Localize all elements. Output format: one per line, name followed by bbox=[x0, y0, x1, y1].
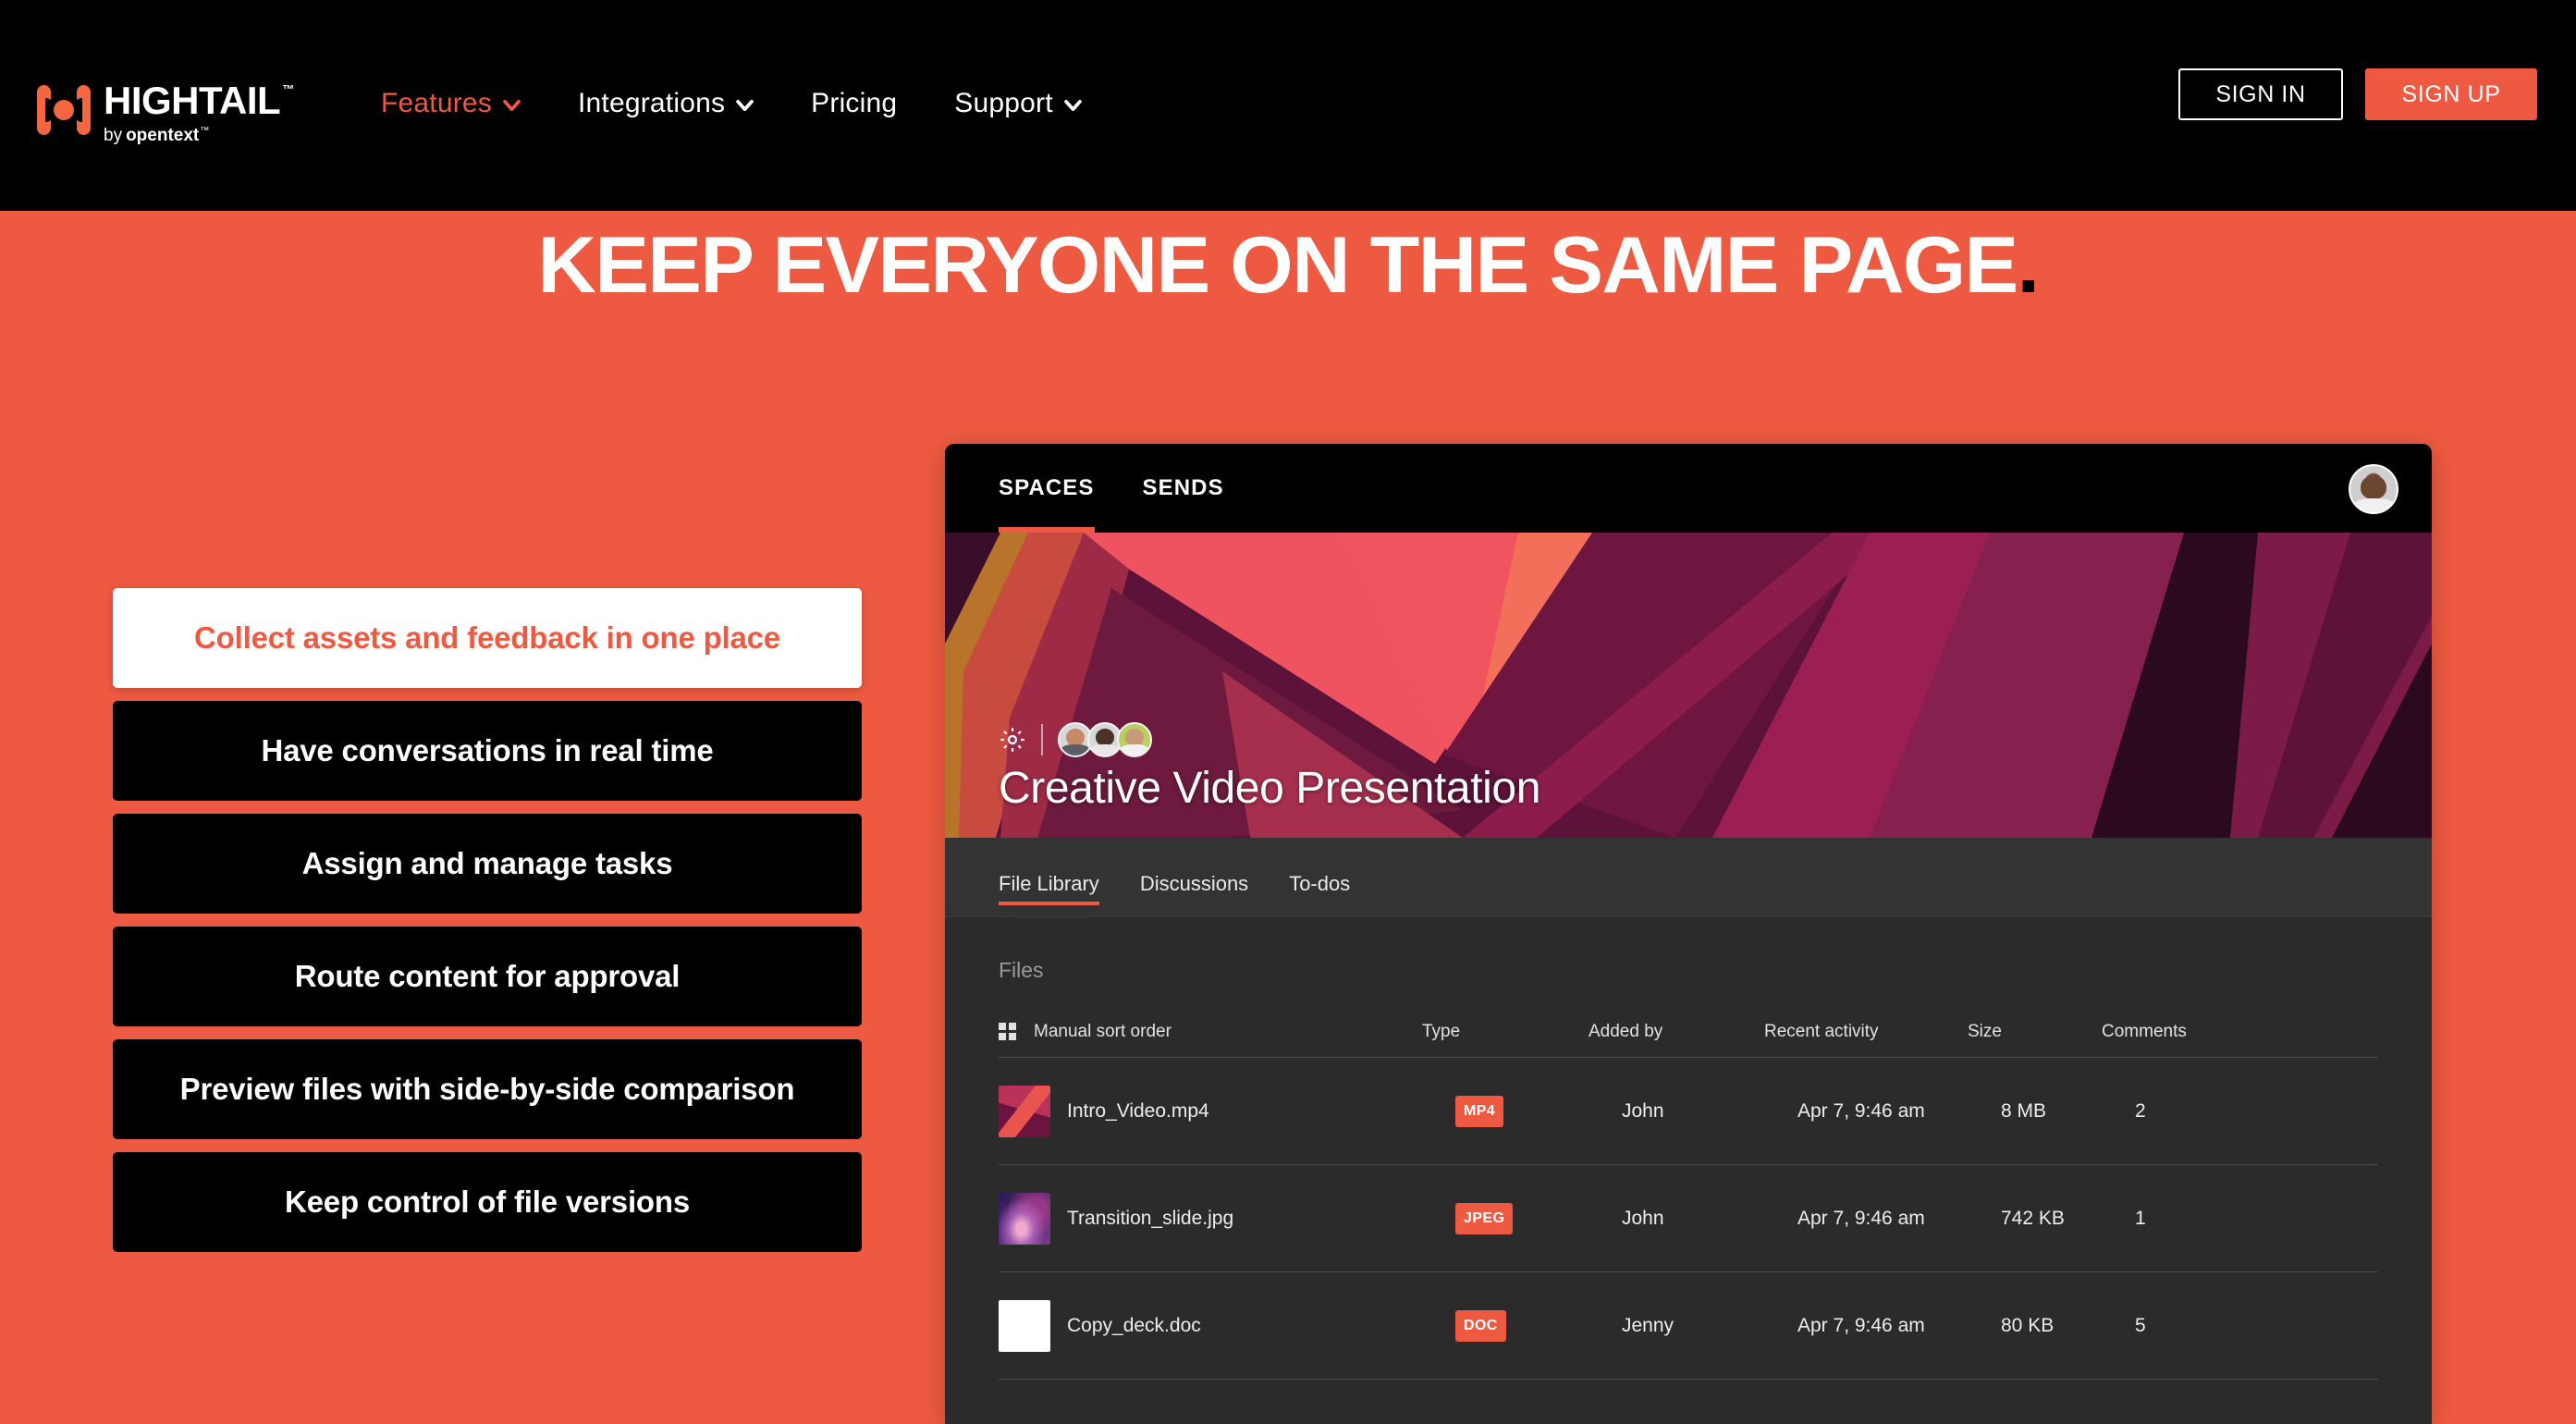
app-mockup-panel: SPACES SENDS Creative Video Presentation… bbox=[945, 444, 2432, 1424]
file-comment-count: 5 bbox=[2135, 1314, 2146, 1336]
table-row[interactable]: Copy_deck.doc DOC Jenny Apr 7, 9:46 am 8… bbox=[999, 1272, 2378, 1380]
tab-spaces[interactable]: SPACES bbox=[999, 475, 1095, 533]
primary-nav-links: Features Integrations Pricing Support bbox=[381, 88, 1139, 119]
member-avatar-3[interactable] bbox=[1117, 722, 1152, 757]
hightail-logo[interactable]: HIGHTAIL ™ by opentext ™ bbox=[35, 81, 294, 144]
file-thumbnail bbox=[999, 1299, 1050, 1352]
file-comment-count: 1 bbox=[2135, 1207, 2146, 1229]
file-added-by: John bbox=[1622, 1207, 1664, 1229]
file-type-badge: JPEG bbox=[1455, 1202, 1514, 1234]
file-type-badge: DOC bbox=[1455, 1309, 1506, 1342]
nav-item-pricing[interactable]: Pricing bbox=[811, 88, 897, 119]
accordion-item-route-approval[interactable]: Route content for approval bbox=[113, 927, 862, 1026]
file-comment-count: 2 bbox=[2135, 1099, 2146, 1122]
space-banner-artwork: Creative Video Presentation bbox=[945, 533, 2432, 838]
column-header-size[interactable]: Size bbox=[1968, 1022, 2102, 1042]
file-size: 8 MB bbox=[2001, 1099, 2047, 1122]
file-recent-activity: Apr 7, 9:46 am bbox=[1797, 1314, 1925, 1336]
chevron-down-icon bbox=[1063, 99, 1082, 111]
file-added-by: John bbox=[1622, 1099, 1664, 1122]
chevron-down-icon bbox=[503, 99, 521, 111]
file-recent-activity: Apr 7, 9:46 am bbox=[1797, 1099, 1925, 1122]
nav-label-pricing: Pricing bbox=[811, 88, 898, 118]
column-header-added-by[interactable]: Added by bbox=[1589, 1022, 1764, 1042]
accordion-item-assign-tasks[interactable]: Assign and manage tasks bbox=[113, 814, 862, 914]
file-recent-activity: Apr 7, 9:46 am bbox=[1797, 1207, 1925, 1229]
meta-divider bbox=[1041, 724, 1043, 755]
logo-trademark: ™ bbox=[282, 82, 294, 96]
hero-headline-period: . bbox=[2017, 221, 2040, 310]
tab-file-library[interactable]: File Library bbox=[999, 872, 1099, 916]
file-size: 80 KB bbox=[2001, 1314, 2055, 1336]
app-top-bar: SPACES SENDS bbox=[945, 444, 2432, 533]
files-table: Manual sort order Type Added by Recent a… bbox=[999, 1022, 2378, 1380]
tab-sends[interactable]: SENDS bbox=[1143, 475, 1224, 533]
column-header-recent-activity[interactable]: Recent activity bbox=[1764, 1022, 1968, 1042]
nav-label-support: Support bbox=[954, 88, 1053, 118]
file-type-badge: MP4 bbox=[1455, 1095, 1504, 1127]
top-navigation-bar: HIGHTAIL ™ by opentext ™ Features Integr… bbox=[0, 0, 2576, 211]
hero-headline: KEEP EVERYONE ON THE SAME PAGE. bbox=[0, 220, 2576, 312]
logo-brand-name: HIGHTAIL bbox=[104, 79, 281, 122]
hightail-logo-icon bbox=[35, 81, 92, 139]
files-table-header: Manual sort order Type Added by Recent a… bbox=[999, 1022, 2378, 1058]
nav-action-buttons: SIGN IN SIGN UP bbox=[2178, 68, 2537, 120]
member-avatar-group bbox=[1058, 722, 1152, 757]
tab-todos[interactable]: To-dos bbox=[1289, 872, 1350, 916]
space-title: Creative Video Presentation bbox=[999, 764, 1541, 813]
sign-in-button[interactable]: SIGN IN bbox=[2178, 68, 2343, 120]
space-sub-tabs: File Library Discussions To-dos bbox=[945, 838, 2432, 917]
files-section-label: Files bbox=[999, 958, 1044, 982]
accordion-item-conversations[interactable]: Have conversations in real time bbox=[113, 701, 862, 801]
tab-discussions[interactable]: Discussions bbox=[1140, 872, 1248, 916]
accordion-item-file-versions[interactable]: Keep control of file versions bbox=[113, 1152, 862, 1252]
banner-overlay-content: Creative Video Presentation bbox=[999, 722, 1540, 814]
logo-parent-name: opentext bbox=[126, 126, 200, 145]
file-thumbnail bbox=[999, 1085, 1050, 1137]
nav-item-support[interactable]: Support bbox=[954, 88, 1082, 119]
column-header-comments[interactable]: Comments bbox=[2102, 1022, 2250, 1042]
table-row[interactable]: Intro_Video.mp4 MP4 John Apr 7, 9:46 am … bbox=[999, 1058, 2378, 1165]
feature-accordion: Collect assets and feedback in one place… bbox=[113, 588, 862, 1252]
file-type-cell: DOC bbox=[1455, 1309, 1622, 1342]
file-thumbnail bbox=[999, 1192, 1050, 1245]
gear-icon[interactable] bbox=[999, 726, 1026, 754]
file-type-cell: JPEG bbox=[1455, 1202, 1622, 1234]
accordion-item-preview-files[interactable]: Preview files with side-by-side comparis… bbox=[113, 1039, 862, 1139]
nav-label-features: Features bbox=[381, 88, 492, 118]
files-panel: Files Manual sort order Type Added by Re… bbox=[945, 917, 2432, 1380]
file-type-cell: MP4 bbox=[1455, 1095, 1622, 1127]
accordion-item-collect-assets[interactable]: Collect assets and feedback in one place bbox=[113, 588, 862, 688]
grid-sort-icon[interactable] bbox=[999, 1023, 1017, 1041]
file-name: Intro_Video.mp4 bbox=[1067, 1099, 1209, 1122]
table-row[interactable]: Transition_slide.jpg JPEG John Apr 7, 9:… bbox=[999, 1165, 2378, 1272]
file-name: Copy_deck.doc bbox=[1067, 1314, 1201, 1336]
column-header-name[interactable]: Manual sort order bbox=[1034, 1022, 1422, 1042]
nav-label-integrations: Integrations bbox=[578, 88, 726, 118]
nav-item-features[interactable]: Features bbox=[381, 88, 521, 119]
logo-by-label: by bbox=[104, 126, 123, 145]
file-size: 742 KB bbox=[2001, 1207, 2065, 1229]
account-avatar[interactable] bbox=[2349, 464, 2398, 514]
logo-parent-trademark: ™ bbox=[200, 126, 210, 136]
app-top-tabs: SPACES SENDS bbox=[999, 475, 1224, 533]
sign-up-button[interactable]: SIGN UP bbox=[2365, 68, 2537, 120]
banner-meta-row bbox=[999, 722, 1540, 757]
file-added-by: Jenny bbox=[1622, 1314, 1674, 1336]
logo-wordmark: HIGHTAIL ™ by opentext ™ bbox=[104, 79, 294, 145]
nav-item-integrations[interactable]: Integrations bbox=[578, 88, 754, 119]
hero-headline-text: KEEP EVERYONE ON THE SAME PAGE bbox=[537, 221, 2019, 310]
chevron-down-icon bbox=[736, 99, 754, 111]
column-header-type[interactable]: Type bbox=[1422, 1022, 1589, 1042]
file-name: Transition_slide.jpg bbox=[1067, 1207, 1234, 1229]
